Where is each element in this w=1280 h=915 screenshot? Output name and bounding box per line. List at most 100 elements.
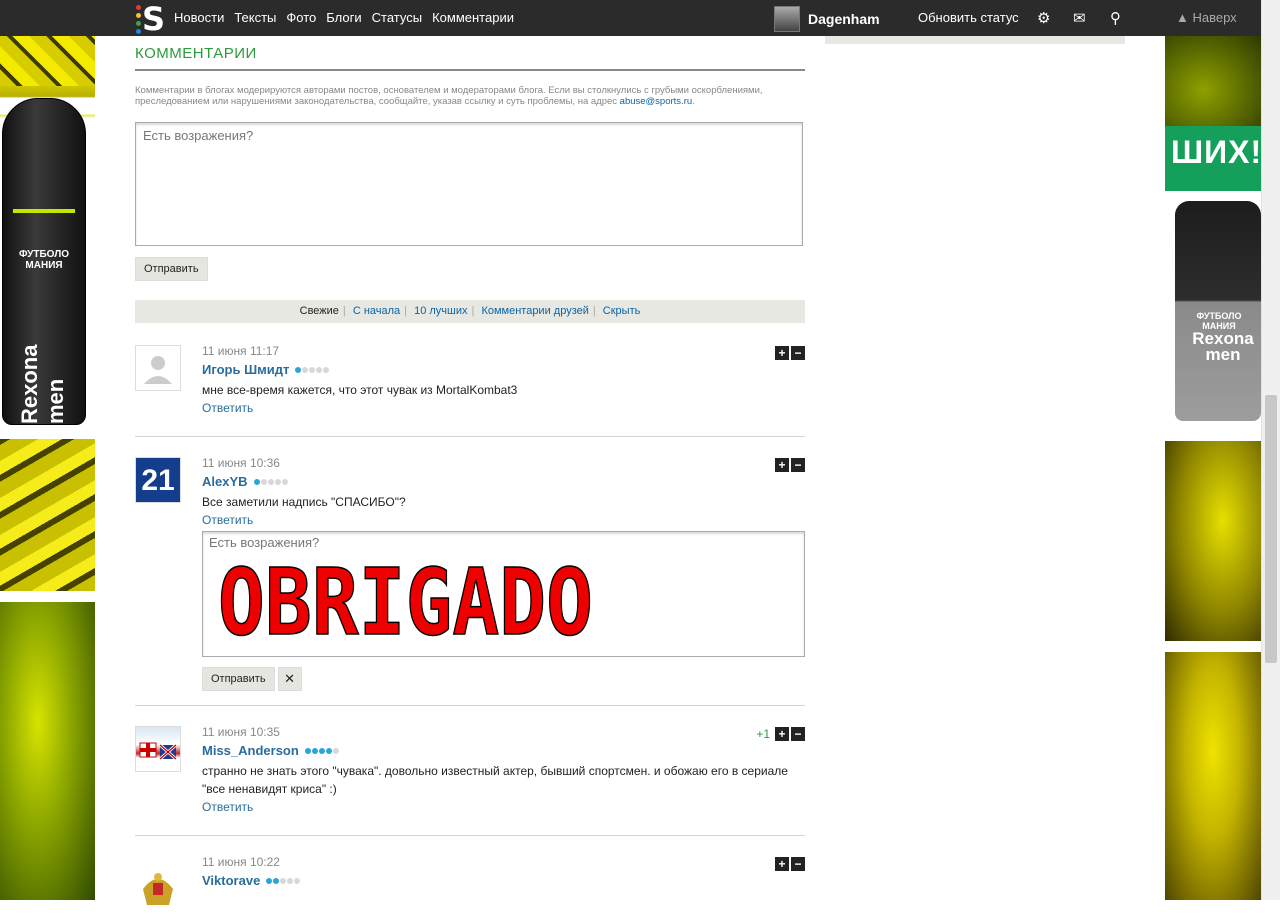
- deodorant-stick-image: ФУТБОЛО МАНИЯ Rexona men: [1165, 191, 1261, 441]
- obrigado-text: OBRIGADO: [218, 554, 593, 642]
- filter-friends[interactable]: Комментарии друзей: [477, 305, 592, 317]
- nav-photo[interactable]: Фото: [286, 10, 316, 25]
- filter-separator: |: [471, 305, 475, 317]
- ad-image-bottom: [1165, 652, 1261, 900]
- user-avatar[interactable]: 21: [135, 457, 181, 503]
- nav-comments[interactable]: Комментарии: [432, 10, 514, 25]
- nav-statuses[interactable]: Статусы: [372, 10, 422, 25]
- comment-text: мне все-время кажется, что этот чувак из…: [202, 383, 518, 397]
- filter-separator: |: [404, 305, 408, 317]
- search-icon[interactable]: ⚲: [1110, 9, 1121, 27]
- nav-news[interactable]: Новости: [174, 10, 224, 25]
- filter-hide[interactable]: Скрыть: [599, 305, 645, 317]
- comment-filter-bar: Свежие | С начала | 10 лучших | Комментарии…: [135, 300, 805, 323]
- ad-image-bottom: [0, 602, 95, 900]
- mail-icon[interactable]: ✉: [1073, 9, 1086, 27]
- flag-avatar-icon: [139, 742, 177, 761]
- reply-link[interactable]: Ответить: [202, 401, 253, 415]
- comment-author[interactable]: Miss_Anderson: [202, 743, 805, 758]
- top-navigation-bar: S Новости Тексты Фото Блоги Статусы Комм…: [0, 0, 1261, 38]
- comment-score: +1: [756, 727, 770, 741]
- comment-text: странно не знать этого "чувака". довольн…: [202, 764, 788, 796]
- author-name: AlexYB: [202, 474, 248, 489]
- default-avatar[interactable]: [135, 345, 181, 391]
- minus-icon[interactable]: −: [791, 458, 805, 472]
- reply-link[interactable]: Ответить: [202, 513, 253, 527]
- gear-icon[interactable]: ⚙: [1037, 9, 1050, 27]
- main-nav: Новости Тексты Фото Блоги Статусы Коммен…: [174, 10, 514, 25]
- ad-image-middle: [0, 439, 95, 591]
- logo-dot-yellow: [136, 13, 141, 18]
- can-brand: Rexona men: [17, 344, 68, 424]
- filter-from-start[interactable]: С начала: [349, 305, 404, 317]
- comment-item: 11 июня 11:17 Игорь Шмидт мне все-время …: [135, 344, 805, 437]
- reply-actions: Отправить ✕: [202, 667, 805, 691]
- user-level-dots: [304, 747, 339, 754]
- comment-rating: + −: [775, 458, 805, 472]
- deodorant-can-image: ФУТБОЛО МАНИЯ Rexona men: [2, 98, 86, 425]
- send-reply-button[interactable]: Отправить: [202, 667, 275, 691]
- plus-icon[interactable]: +: [775, 458, 789, 472]
- comment-author[interactable]: AlexYB: [202, 474, 805, 489]
- nav-texts[interactable]: Тексты: [234, 10, 276, 25]
- minus-icon[interactable]: −: [791, 346, 805, 360]
- comment-textarea[interactable]: Есть возражения?: [135, 122, 803, 246]
- logo-dot-red: [136, 5, 141, 10]
- author-name: Miss_Anderson: [202, 743, 299, 758]
- plus-icon[interactable]: +: [775, 727, 789, 741]
- logo-dot-green: [136, 21, 141, 26]
- user-level-dots: [266, 877, 301, 884]
- user-profile-link[interactable]: Dagenham: [774, 6, 880, 32]
- close-icon[interactable]: ✕: [277, 667, 302, 691]
- minus-icon[interactable]: −: [791, 857, 805, 871]
- ad-green-banner: ШИХ!: [1165, 126, 1261, 191]
- plus-icon[interactable]: +: [775, 346, 789, 360]
- comments-heading: КОММЕНТАРИИ: [135, 45, 805, 71]
- user-silhouette-icon: [144, 356, 172, 384]
- update-status-link[interactable]: Обновить статус: [918, 10, 1019, 25]
- comment-date: 11 июня 10:35: [202, 725, 280, 739]
- filter-top10[interactable]: 10 лучших: [410, 305, 471, 317]
- stick-brand: Rexona men: [1192, 329, 1254, 364]
- comment-text: Все заметили надпись "СПАСИБО"?: [202, 495, 406, 509]
- page-scrollbar[interactable]: [1261, 0, 1280, 900]
- user-avatar: [774, 6, 800, 32]
- comment-date: 11 июня 10:22: [202, 855, 280, 869]
- scrollbar-thumb[interactable]: [1265, 395, 1277, 663]
- comment-rating: + −: [775, 857, 805, 871]
- user-avatar[interactable]: [135, 726, 181, 772]
- comment-rating: +1 + −: [756, 727, 805, 741]
- ad-banner-text: ШИХ!: [1171, 134, 1261, 170]
- comment-author[interactable]: Viktorave: [202, 873, 805, 888]
- logo-dot-blue: [136, 29, 141, 34]
- filter-fresh[interactable]: Свежие: [296, 305, 343, 317]
- send-comment-button[interactable]: Отправить: [135, 257, 208, 281]
- right-ad-banner[interactable]: ШИХ! ФУТБОЛО МАНИЯ Rexona men: [1165, 36, 1261, 900]
- plus-icon[interactable]: +: [775, 857, 789, 871]
- left-ad-banner[interactable]: ФУТБОЛО МАНИЯ Rexona men: [0, 36, 95, 900]
- user-level-dots: [295, 366, 330, 373]
- comment-date: 11 июня 11:17: [202, 344, 280, 358]
- back-to-top-link[interactable]: ▲ Наверх: [1176, 10, 1237, 25]
- obrigado-image: OBRIGADO: [218, 554, 593, 642]
- user-avatar[interactable]: [135, 869, 181, 915]
- username: Dagenham: [808, 11, 880, 27]
- comment-author[interactable]: Игорь Шмидт: [202, 362, 805, 377]
- minus-icon[interactable]: −: [791, 727, 805, 741]
- stick-label: ФУТБОЛО МАНИЯ: [1196, 311, 1242, 331]
- user-level-dots: [253, 478, 288, 485]
- sports-logo[interactable]: S: [136, 0, 165, 38]
- reply-textarea[interactable]: Есть возражения? OBRIGADO: [202, 531, 805, 657]
- can-label: ФУТБОЛО МАНИЯ: [19, 249, 69, 271]
- reply-link[interactable]: Ответить: [202, 800, 253, 814]
- ad-image-top: [0, 36, 95, 86]
- ad-image-middle: [1165, 441, 1261, 641]
- abuse-email-link[interactable]: abuse@sports.ru: [620, 96, 692, 107]
- nav-blogs[interactable]: Блоги: [326, 10, 361, 25]
- logo-letter: S: [142, 0, 166, 38]
- right-column-bottom: [825, 36, 1125, 44]
- author-name: Игорь Шмидт: [202, 362, 290, 377]
- comment-item: 11 июня 10:22 Viktorave + −: [135, 855, 805, 915]
- comment-item: 21 11 июня 10:36 AlexYB Все заметили над…: [135, 456, 805, 706]
- author-name: Viktorave: [202, 873, 261, 888]
